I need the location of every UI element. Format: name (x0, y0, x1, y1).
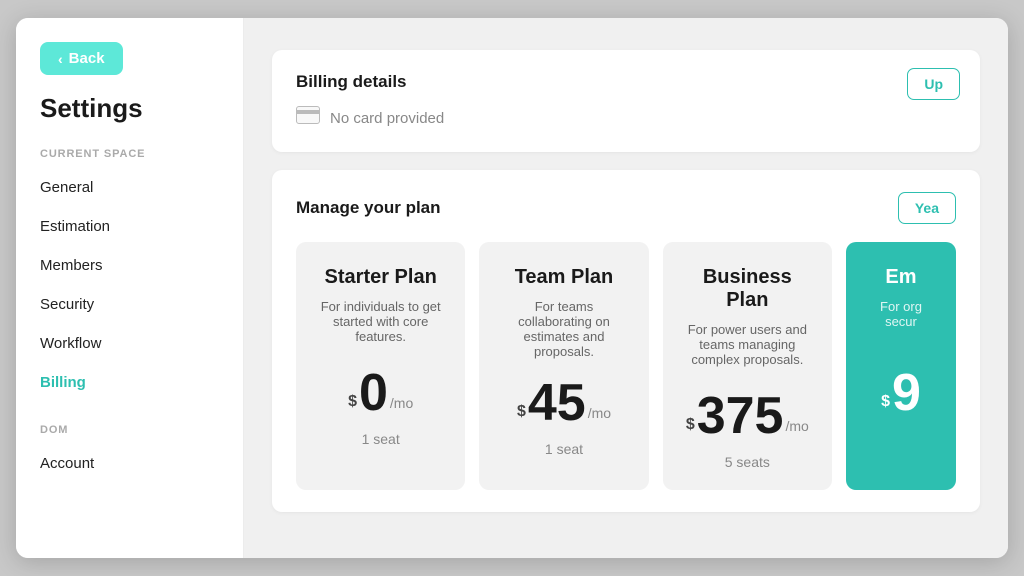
billing-details-card: Billing details No card provided Up (272, 50, 980, 152)
enterprise-plan-desc: For org secur (864, 299, 938, 349)
sidebar-item-account[interactable]: Account (16, 444, 243, 483)
billing-card-title: Billing details (296, 72, 956, 92)
sidebar-item-estimation[interactable]: Estimation (16, 207, 243, 246)
team-plan-name: Team Plan (515, 266, 614, 289)
no-card-text: No card provided (330, 110, 444, 127)
app-window: ‹ Back Settings CURRENT SPACE General Es… (16, 18, 1008, 558)
sidebar-item-security-label: Security (40, 296, 94, 313)
team-price: 45 (528, 377, 586, 429)
enterprise-currency: $ (881, 393, 890, 411)
credit-card-icon (296, 106, 320, 130)
sidebar-item-workflow-label: Workflow (40, 335, 101, 352)
starter-plan-name: Starter Plan (325, 266, 437, 289)
billing-row: No card provided (296, 106, 956, 130)
plans-container: Starter Plan For individuals to get star… (296, 242, 956, 490)
business-plan-card: Business Plan For power users and teams … (663, 242, 832, 490)
starter-seats: 1 seat (362, 431, 400, 447)
team-price-mo: /mo (588, 405, 611, 421)
section1-label: CURRENT SPACE (40, 148, 243, 160)
business-price-row: $ 375 /mo (686, 390, 809, 442)
section-spacer (16, 402, 243, 416)
starter-price-mo: /mo (390, 395, 413, 411)
sidebar-item-members[interactable]: Members (16, 246, 243, 285)
business-price: 375 (697, 390, 784, 442)
sidebar-item-billing-label: Billing (40, 374, 86, 391)
business-plan-desc: For power users and teams managing compl… (681, 322, 814, 372)
sidebar-item-account-label: Account (40, 455, 94, 472)
starter-price: 0 (359, 367, 388, 419)
team-currency: $ (517, 403, 526, 421)
sidebar-item-members-label: Members (40, 257, 103, 274)
starter-price-row: $ 0 /mo (348, 367, 413, 419)
enterprise-plan-card: Em For org secur $ 9 (846, 242, 956, 490)
back-label: Back (69, 50, 105, 67)
team-plan-desc: For teams collaborating on estimates and… (497, 299, 630, 359)
starter-plan-desc: For individuals to get started with core… (314, 299, 447, 349)
section2-label: DOM (40, 424, 243, 436)
plan-section-title: Manage your plan (296, 198, 441, 218)
manage-plan-card: Manage your plan Yea Starter Plan For in… (272, 170, 980, 512)
chevron-left-icon: ‹ (58, 51, 63, 67)
sidebar-item-general-label: General (40, 179, 93, 196)
business-currency: $ (686, 416, 695, 434)
team-plan-card: Team Plan For teams collaborating on est… (479, 242, 648, 490)
enterprise-plan-name: Em (885, 266, 916, 289)
sidebar-item-security[interactable]: Security (16, 285, 243, 324)
settings-title: Settings (40, 93, 243, 124)
starter-currency: $ (348, 393, 357, 411)
back-button[interactable]: ‹ Back (40, 42, 123, 75)
sidebar-item-workflow[interactable]: Workflow (16, 324, 243, 363)
business-seats: 5 seats (725, 454, 770, 470)
main-content: Billing details No card provided Up Mana… (244, 18, 1008, 558)
business-price-mo: /mo (785, 418, 808, 434)
team-seats: 1 seat (545, 441, 583, 457)
update-button[interactable]: Up (907, 68, 960, 100)
sidebar-item-general[interactable]: General (16, 168, 243, 207)
business-plan-name: Business Plan (681, 266, 814, 312)
team-price-row: $ 45 /mo (517, 377, 611, 429)
sidebar-item-billing[interactable]: Billing (16, 363, 243, 402)
plan-header: Manage your plan Yea (296, 192, 956, 224)
sidebar-item-estimation-label: Estimation (40, 218, 110, 235)
yearly-button[interactable]: Yea (898, 192, 956, 224)
starter-plan-card: Starter Plan For individuals to get star… (296, 242, 465, 490)
sidebar: ‹ Back Settings CURRENT SPACE General Es… (16, 18, 244, 558)
enterprise-price: 9 (892, 367, 921, 419)
enterprise-price-row: $ 9 (881, 367, 921, 419)
